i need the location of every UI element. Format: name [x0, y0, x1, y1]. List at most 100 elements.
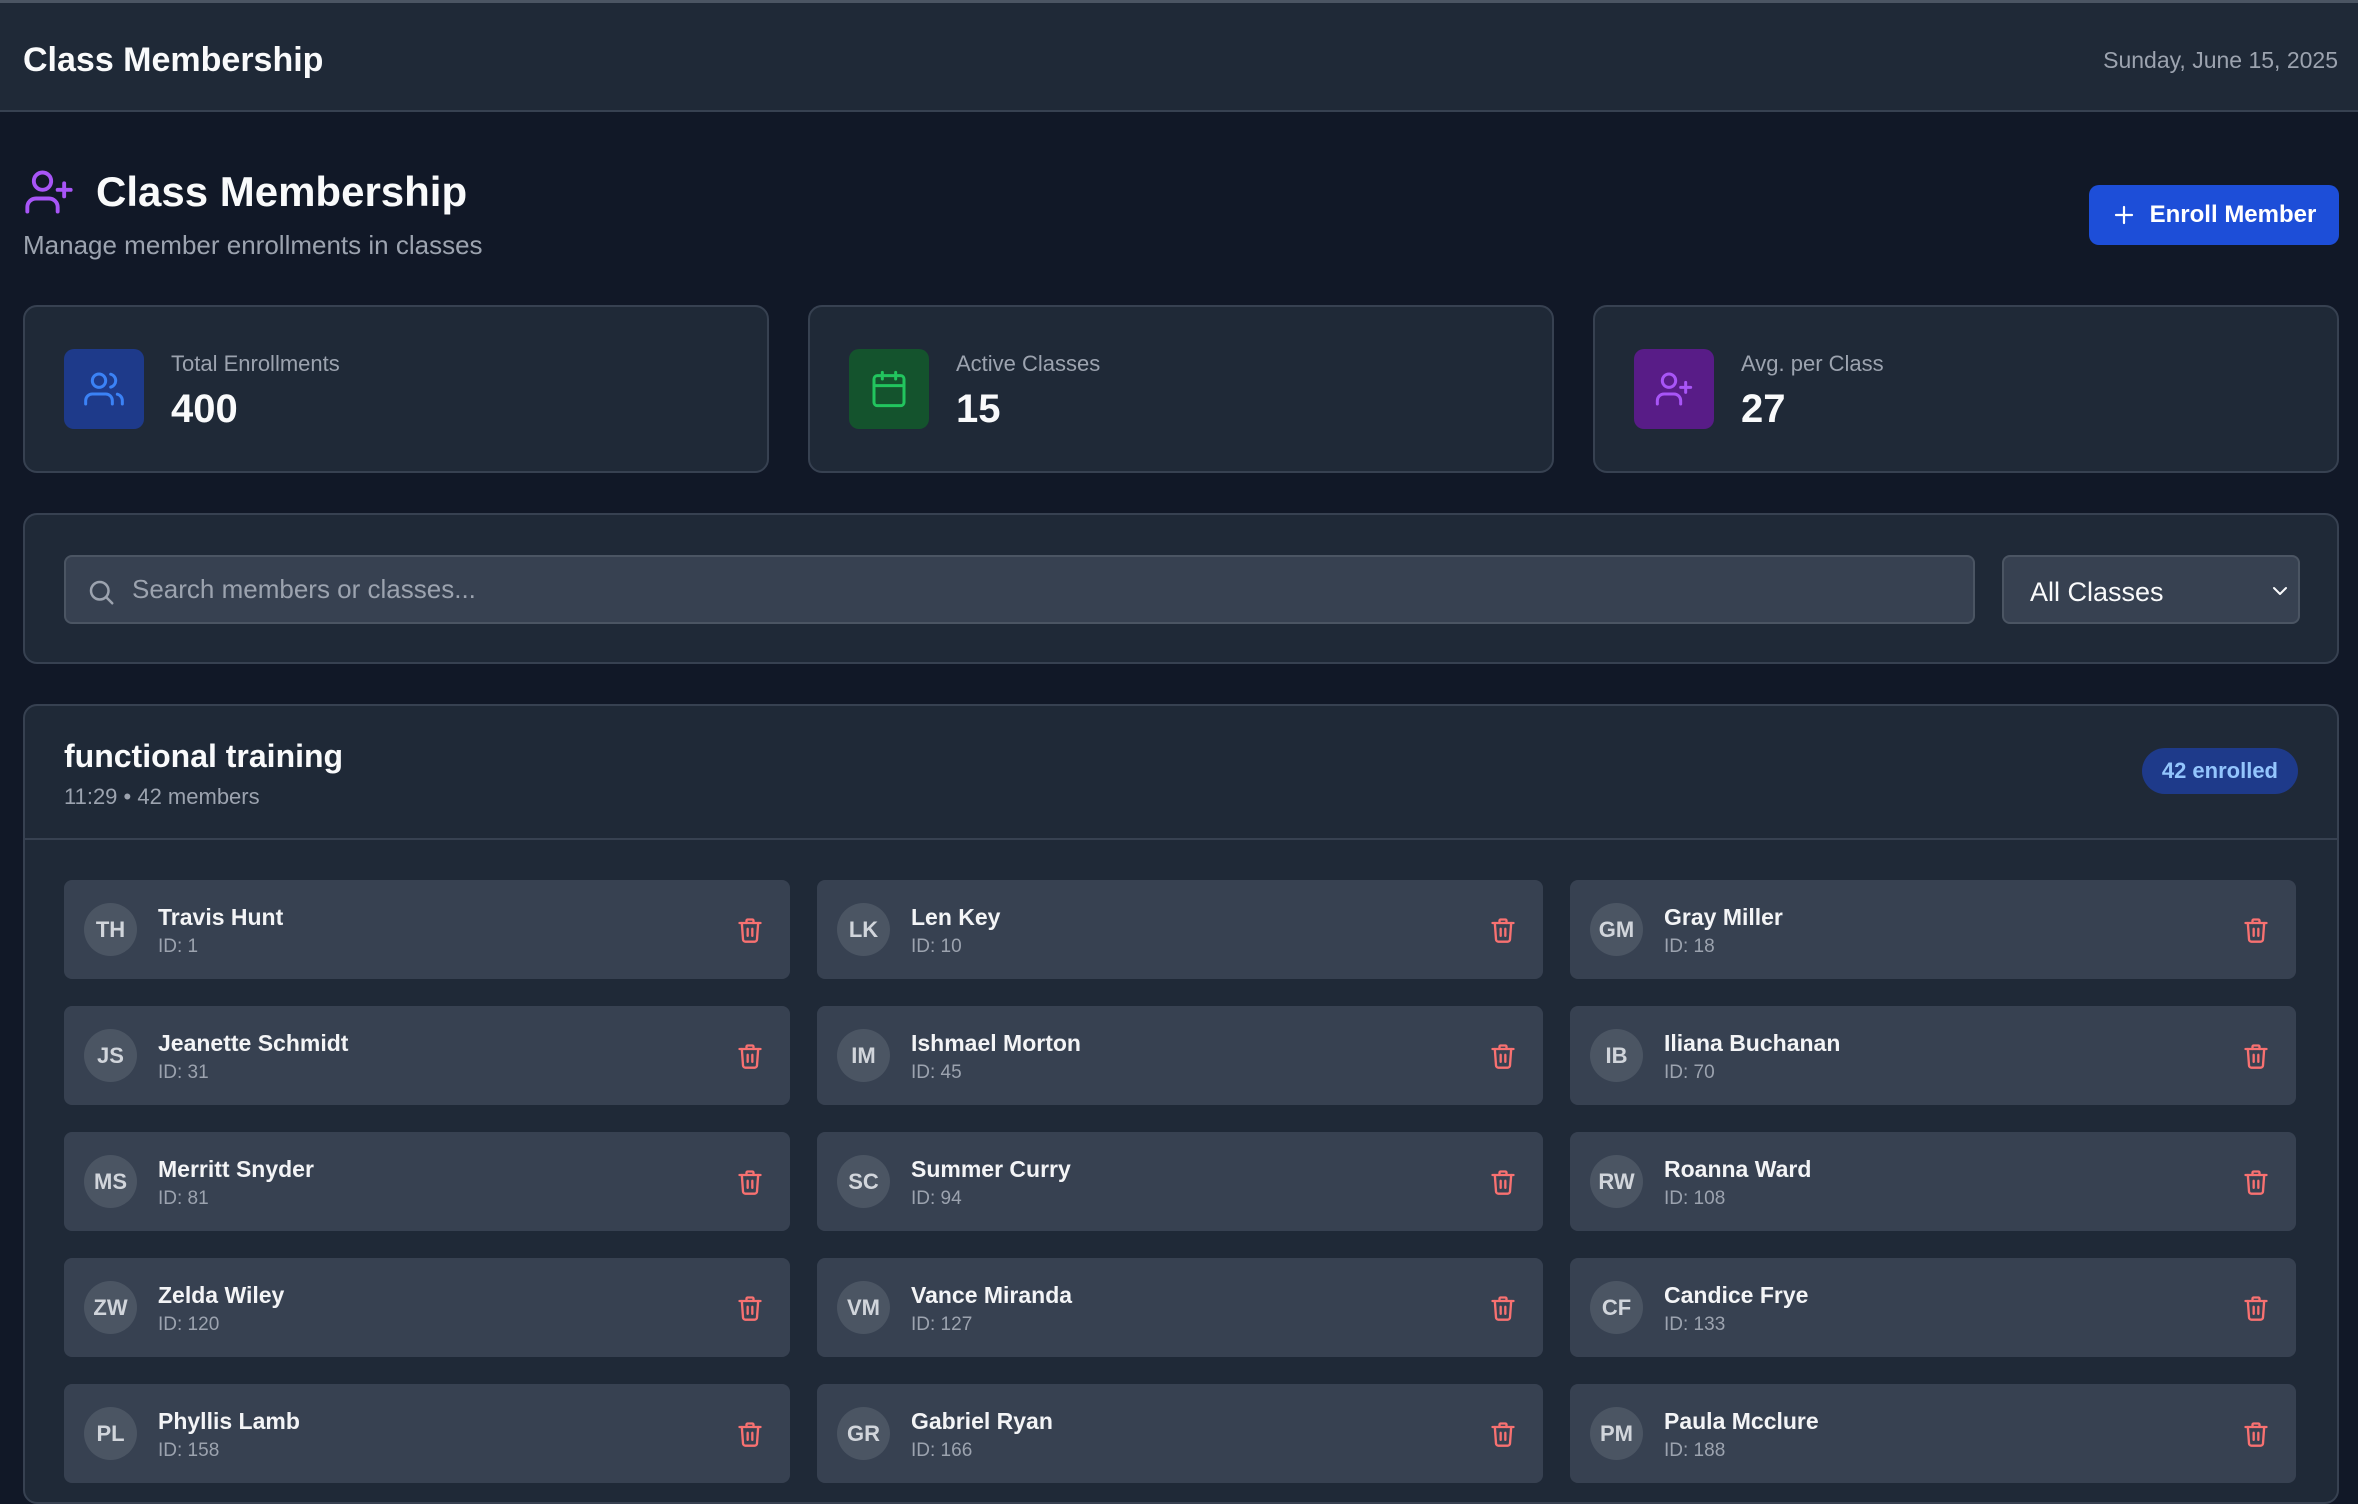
member-name: Iliana Buchanan — [1664, 1030, 1841, 1056]
member-id: ID: 10 — [911, 936, 962, 957]
avatar: IM — [837, 1029, 890, 1082]
class-name: functional training — [64, 738, 344, 774]
member-card: TH Travis Hunt ID: 1 — [64, 880, 790, 979]
avatar: VM — [837, 1281, 890, 1334]
stat-label: Total Enrollments — [171, 351, 340, 376]
member-card: RW Roanna Ward ID: 108 — [1570, 1132, 2296, 1231]
avatar: GM — [1590, 903, 1643, 956]
member-card: CF Candice Frye ID: 133 — [1570, 1258, 2296, 1357]
remove-member-trash-icon[interactable] — [736, 1042, 764, 1070]
member-id: ID: 133 — [1664, 1314, 1726, 1335]
remove-member-trash-icon[interactable] — [736, 1294, 764, 1322]
member-id: ID: 166 — [911, 1440, 973, 1461]
enroll-member-label: Enroll Member — [2149, 201, 2317, 228]
avatar: PM — [1590, 1407, 1643, 1460]
member-id: ID: 108 — [1664, 1188, 1726, 1209]
remove-member-trash-icon[interactable] — [2242, 1420, 2270, 1448]
member-name: Gabriel Ryan — [911, 1408, 1053, 1434]
member-name: Phyllis Lamb — [158, 1408, 300, 1434]
member-name: Zelda Wiley — [158, 1282, 285, 1308]
avatar: SC — [837, 1155, 890, 1208]
class-filter-value: All Classes — [2030, 577, 2164, 607]
member-card: PL Phyllis Lamb ID: 158 — [64, 1384, 790, 1483]
avatar: ZW — [84, 1281, 137, 1334]
filter-panel: All Classes — [23, 513, 2339, 664]
member-name: Ishmael Morton — [911, 1030, 1081, 1056]
app-title: Class Membership — [23, 41, 324, 79]
member-name: Gray Miller — [1664, 904, 1783, 930]
stat-card-avg-per-class: Avg. per Class 27 — [1593, 305, 2339, 473]
class-filter-select[interactable]: All Classes — [2002, 555, 2300, 624]
calendar-icon — [872, 370, 906, 408]
member-name: Roanna Ward — [1664, 1156, 1812, 1182]
stat-icon-box — [64, 349, 144, 429]
member-name: Len Key — [911, 904, 1001, 930]
avatar: MS — [84, 1155, 137, 1208]
remove-member-trash-icon[interactable] — [1489, 1420, 1517, 1448]
member-id: ID: 158 — [158, 1440, 220, 1461]
search-box[interactable] — [64, 555, 1975, 624]
enrolled-badge: 42 enrolled — [2141, 748, 2298, 794]
stat-label: Avg. per Class — [1741, 351, 1884, 376]
member-id: ID: 120 — [158, 1314, 220, 1335]
chevron-down-icon — [2273, 587, 2287, 595]
remove-member-trash-icon[interactable] — [1489, 1168, 1517, 1196]
member-card: IM Ishmael Morton ID: 45 — [817, 1006, 1543, 1105]
member-card: JS Jeanette Schmidt ID: 31 — [64, 1006, 790, 1105]
remove-member-trash-icon[interactable] — [736, 916, 764, 944]
plus-icon — [2114, 205, 2133, 225]
member-name: Jeanette Schmidt — [158, 1030, 349, 1056]
class-meta: 11:29 • 42 members — [64, 784, 260, 809]
member-card: ZW Zelda Wiley ID: 120 — [64, 1258, 790, 1357]
user-plus-icon — [1655, 372, 1693, 406]
remove-member-trash-icon[interactable] — [2242, 1294, 2270, 1322]
search-icon — [89, 580, 114, 605]
member-name: Travis Hunt — [158, 904, 284, 930]
remove-member-trash-icon[interactable] — [1489, 1042, 1517, 1070]
top-bar: Class Membership Sunday, June 15, 2025 — [0, 0, 2358, 112]
member-name: Vance Miranda — [911, 1282, 1073, 1308]
member-name: Candice Frye — [1664, 1282, 1809, 1308]
member-id: ID: 1 — [158, 936, 199, 957]
page-header: Class Membership Manage member enrollmen… — [23, 166, 2339, 266]
remove-member-trash-icon[interactable] — [736, 1420, 764, 1448]
stat-card-active-classes: Active Classes 15 — [808, 305, 1554, 473]
avatar: CF — [1590, 1281, 1643, 1334]
stat-label: Active Classes — [956, 351, 1101, 376]
user-plus-icon — [25, 170, 73, 214]
member-id: ID: 94 — [911, 1188, 962, 1209]
enroll-member-button[interactable]: Enroll Member — [2089, 185, 2339, 245]
member-card: PM Paula Mcclure ID: 188 — [1570, 1384, 2296, 1483]
remove-member-trash-icon[interactable] — [2242, 1042, 2270, 1070]
avatar: JS — [84, 1029, 137, 1082]
users-icon — [84, 372, 124, 406]
stat-icon-box — [1634, 349, 1714, 429]
page-title: Class Membership — [96, 168, 468, 215]
avatar: LK — [837, 903, 890, 956]
member-card: GM Gray Miller ID: 18 — [1570, 880, 2296, 979]
member-name: Merritt Snyder — [158, 1156, 314, 1182]
avatar: RW — [1590, 1155, 1643, 1208]
remove-member-trash-icon[interactable] — [2242, 1168, 2270, 1196]
member-card: MS Merritt Snyder ID: 81 — [64, 1132, 790, 1231]
remove-member-trash-icon[interactable] — [2242, 916, 2270, 944]
avatar: PL — [84, 1407, 137, 1460]
member-id: ID: 188 — [1664, 1440, 1726, 1461]
stat-icon-box — [849, 349, 929, 429]
member-card: VM Vance Miranda ID: 127 — [817, 1258, 1543, 1357]
avatar: TH — [84, 903, 137, 956]
search-input[interactable] — [132, 557, 1952, 622]
stat-value: 15 — [956, 387, 1001, 431]
member-id: ID: 31 — [158, 1062, 209, 1083]
member-card: GR Gabriel Ryan ID: 166 — [817, 1384, 1543, 1483]
remove-member-trash-icon[interactable] — [736, 1168, 764, 1196]
remove-member-trash-icon[interactable] — [1489, 916, 1517, 944]
remove-member-trash-icon[interactable] — [1489, 1294, 1517, 1322]
member-card: SC Summer Curry ID: 94 — [817, 1132, 1543, 1231]
current-date: Sunday, June 15, 2025 — [2103, 47, 2338, 73]
stat-value: 400 — [171, 387, 238, 431]
member-id: ID: 45 — [911, 1062, 962, 1083]
member-name: Summer Curry — [911, 1156, 1071, 1182]
member-id: ID: 81 — [158, 1188, 209, 1209]
stat-card-total-enrollments: Total Enrollments 400 — [23, 305, 769, 473]
